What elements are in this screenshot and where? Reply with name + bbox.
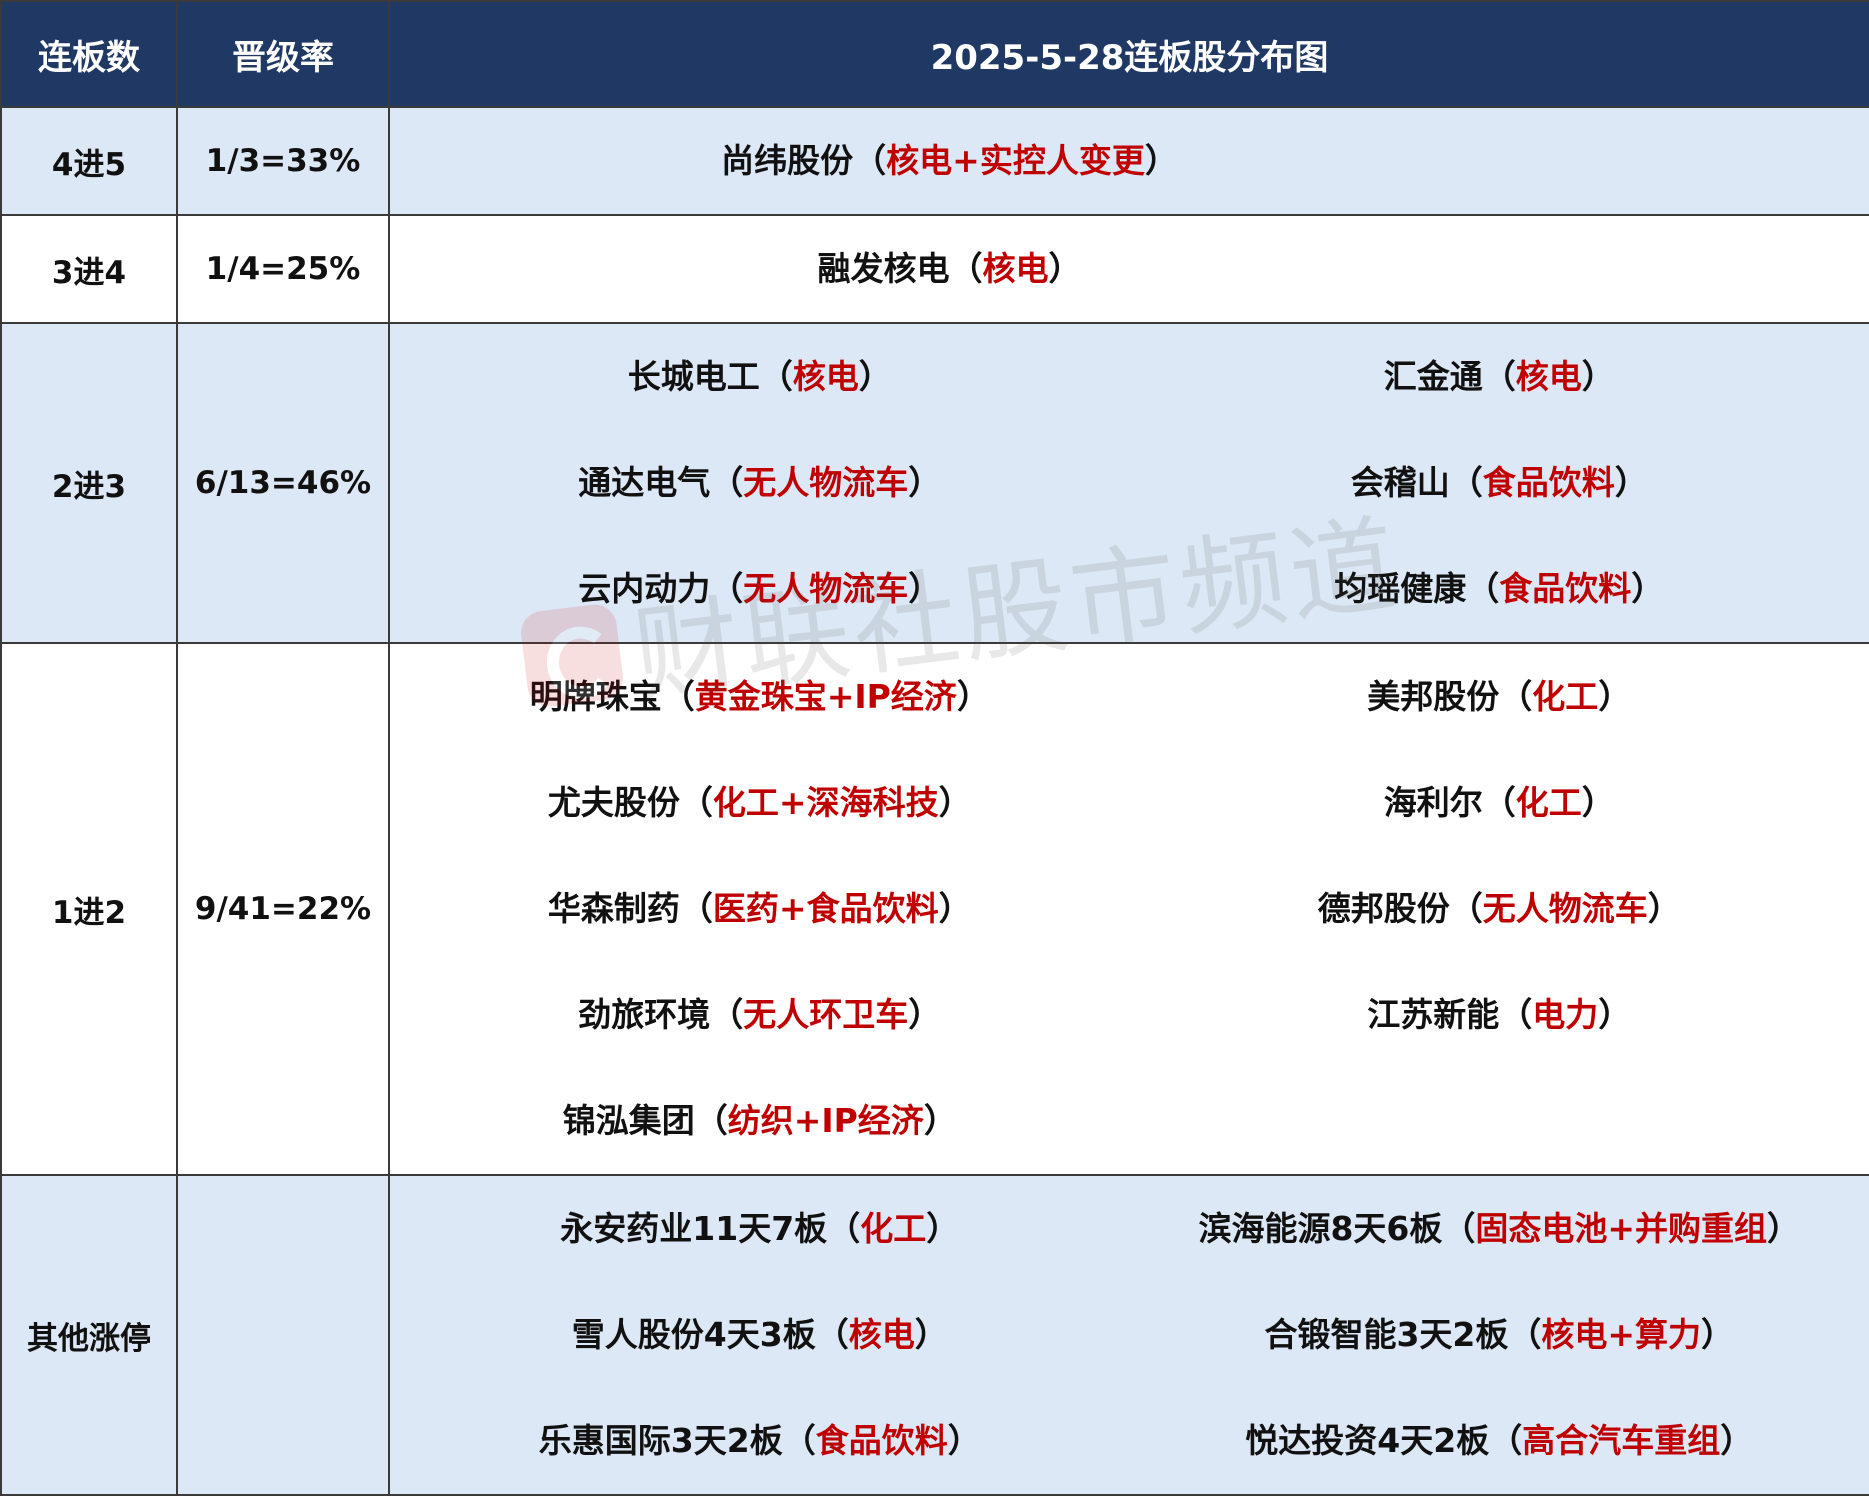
stock-item: 德邦股份（无人物流车）	[1130, 856, 1869, 962]
stock-tag: 核电+算力	[1541, 1315, 1701, 1354]
row-1to2: 1进2 9/41=22% 明牌珠宝（黄金珠宝+IP经济） 美邦股份（化工） 尤夫…	[1, 643, 1869, 1175]
stock-name: 永安药业11天7板	[560, 1209, 827, 1248]
stock-tag: 医药+食品饮料	[713, 889, 939, 928]
row-2to3: 2进3 6/13=46% 长城电工（核电） 汇金通（核电） 通达电气（无人物流车…	[1, 323, 1869, 643]
rate-cell: 6/13=46%	[177, 323, 389, 643]
stock-tag: 核电	[793, 357, 859, 396]
stock-tag: 无人物流车	[1483, 889, 1648, 928]
stocks-cell: 长城电工（核电） 汇金通（核电） 通达电气（无人物流车） 会稽山（食品饮料） 云…	[389, 323, 1869, 643]
stock-item: 明牌珠宝（黄金珠宝+IP经济）	[390, 644, 1130, 750]
stock-name: 劲旅环境	[578, 995, 710, 1034]
stock-tag: 核电	[983, 249, 1049, 288]
stock-name: 云内动力	[578, 569, 710, 608]
stock-name: 汇金通	[1384, 357, 1483, 396]
stock-name: 通达电气	[578, 463, 710, 502]
stock-name: 会稽山	[1351, 463, 1450, 502]
stock-item: 永安药业11天7板（化工）	[390, 1176, 1130, 1282]
level-cell: 其他涨停	[1, 1175, 177, 1495]
stock-name: 尤夫股份	[548, 783, 680, 822]
stock-tag: 纺织+IP经济	[728, 1101, 924, 1140]
stock-item: 江苏新能（电力）	[1130, 962, 1869, 1068]
stock-tag: 化工	[1532, 677, 1598, 716]
rate-cell: 1/4=25%	[177, 215, 389, 323]
stock-tag: 无人环卫车	[743, 995, 908, 1034]
stock-name: 合锻智能3天2板	[1264, 1315, 1508, 1354]
stock-name: 长城电工	[628, 357, 760, 396]
level-cell: 4进5	[1, 107, 177, 215]
stock-item: 合锻智能3天2板（核电+算力）	[1130, 1282, 1869, 1388]
stock-tag: 黄金珠宝+IP经济	[695, 677, 957, 716]
stock-name: 明牌珠宝	[530, 677, 662, 716]
stock-tag: 核电+实控人变更	[886, 141, 1145, 180]
stocks-cell: 融发核电（核电）	[389, 215, 1869, 323]
row-4to5: 4进5 1/3=33% 尚纬股份（核电+实控人变更）	[1, 107, 1869, 215]
stock-item: 汇金通（核电）	[1130, 324, 1869, 430]
stock-tag: 食品饮料	[1499, 569, 1631, 608]
rate-cell: 9/41=22%	[177, 643, 389, 1175]
row-others: 其他涨停 永安药业11天7板（化工） 滨海能源8天6板（固态电池+并购重组） 雪…	[1, 1175, 1869, 1495]
stock-item: 滨海能源8天6板（固态电池+并购重组）	[1130, 1176, 1869, 1282]
stock-item: 尤夫股份（化工+深海科技）	[390, 750, 1130, 856]
stock-name: 滨海能源8天6板	[1198, 1209, 1442, 1248]
level-cell: 3进4	[1, 215, 177, 323]
stock-tag: 核电	[849, 1315, 915, 1354]
stock-item: 美邦股份（化工）	[1130, 644, 1869, 750]
header-levels: 连板数	[1, 1, 177, 107]
level-cell: 1进2	[1, 643, 177, 1175]
stock-tag: 核电	[1516, 357, 1582, 396]
stock-name: 海利尔	[1384, 783, 1483, 822]
stocks-cell: 尚纬股份（核电+实控人变更）	[389, 107, 1869, 215]
stock-tag: 化工+深海科技	[713, 783, 939, 822]
rate-cell: 1/3=33%	[177, 107, 389, 215]
row-3to4: 3进4 1/4=25% 融发核电（核电）	[1, 215, 1869, 323]
stock-name: 乐惠国际3天2板	[539, 1421, 783, 1460]
stock-item: 均瑶健康（食品饮料）	[1130, 536, 1869, 642]
stock-item: 劲旅环境（无人环卫车）	[390, 962, 1130, 1068]
stock-name: 美邦股份	[1367, 677, 1499, 716]
stock-tag: 食品饮料	[1483, 463, 1615, 502]
stock-name: 均瑶健康	[1334, 569, 1466, 608]
stock-item: 尚纬股份（核电+实控人变更）	[390, 108, 1869, 214]
stock-tag: 无人物流车	[743, 569, 908, 608]
stock-name: 尚纬股份	[721, 141, 853, 180]
stock-tag: 电力	[1532, 995, 1598, 1034]
stock-item: 长城电工（核电）	[390, 324, 1130, 430]
stock-tag: 化工	[860, 1209, 926, 1248]
header-row: 连板数 晋级率 2025-5-28连板股分布图	[1, 1, 1869, 107]
stock-tag: 化工	[1516, 783, 1582, 822]
stock-item: 云内动力（无人物流车）	[390, 536, 1130, 642]
stock-item: 锦泓集团（纺织+IP经济）	[390, 1068, 1130, 1174]
stocks-cell: 永安药业11天7板（化工） 滨海能源8天6板（固态电池+并购重组） 雪人股份4天…	[389, 1175, 1869, 1495]
stock-item: 雪人股份4天3板（核电）	[390, 1282, 1130, 1388]
stock-item: 乐惠国际3天2板（食品饮料）	[390, 1388, 1130, 1494]
stock-name: 悦达投资4天2板	[1245, 1421, 1489, 1460]
stocks-cell: 明牌珠宝（黄金珠宝+IP经济） 美邦股份（化工） 尤夫股份（化工+深海科技） 海…	[389, 643, 1869, 1175]
header-title: 2025-5-28连板股分布图	[389, 1, 1869, 107]
stock-name: 雪人股份4天3板	[572, 1315, 816, 1354]
limit-up-board-table: 连板数 晋级率 2025-5-28连板股分布图 4进5 1/3=33% 尚纬股份…	[0, 0, 1869, 1496]
stock-name: 华森制药	[548, 889, 680, 928]
stock-item: 华森制药（医药+食品饮料）	[390, 856, 1130, 962]
rate-cell	[177, 1175, 389, 1495]
stock-tag: 高合汽车重组	[1522, 1421, 1720, 1460]
level-cell: 2进3	[1, 323, 177, 643]
stock-item: 海利尔（化工）	[1130, 750, 1869, 856]
stock-name: 锦泓集团	[563, 1101, 695, 1140]
stock-name: 江苏新能	[1367, 995, 1499, 1034]
header-rate: 晋级率	[177, 1, 389, 107]
stock-tag: 无人物流车	[743, 463, 908, 502]
stock-name: 德邦股份	[1318, 889, 1450, 928]
stock-tag: 固态电池+并购重组	[1475, 1209, 1767, 1248]
stock-item: 悦达投资4天2板（高合汽车重组）	[1130, 1388, 1869, 1494]
stock-item: 通达电气（无人物流车）	[390, 430, 1130, 536]
stock-name: 融发核电	[818, 249, 950, 288]
stock-tag: 食品饮料	[816, 1421, 948, 1460]
stock-item: 融发核电（核电）	[390, 216, 1869, 322]
stock-item: 会稽山（食品饮料）	[1130, 430, 1869, 536]
